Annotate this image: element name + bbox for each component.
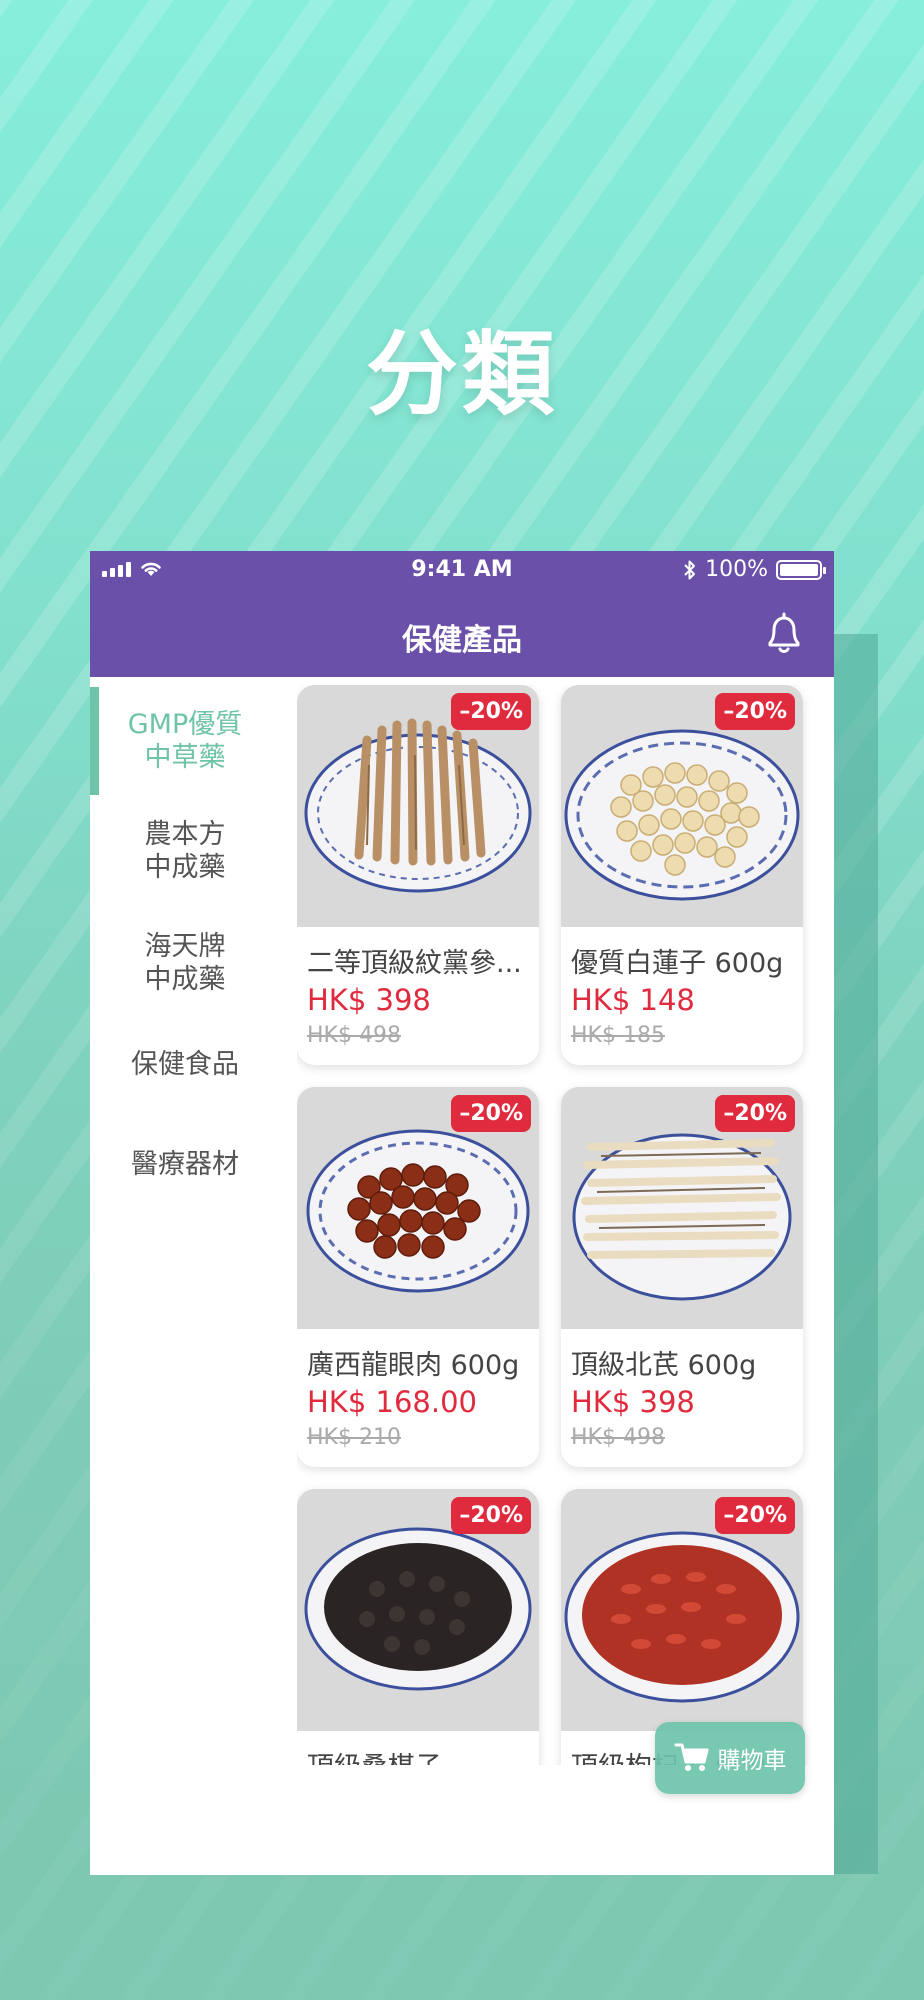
nav-bar: 保健產品: [90, 589, 834, 677]
page-title: 保健產品: [402, 623, 522, 658]
category-label: 農本方 中成藥: [144, 819, 226, 883]
battery-percent: 100%: [705, 557, 768, 582]
product-card[interactable]: –20% 優質白蓮子 600g HK$ 148 HK$ 185: [561, 685, 803, 1065]
bell-icon[interactable]: [762, 609, 806, 657]
product-name: 廣西龍眼肉 600g: [307, 1350, 520, 1381]
category-label: 保健食品: [131, 1048, 239, 1080]
product-original-price: HK$ 498: [307, 1023, 401, 1048]
product-card[interactable]: –20% 廣西龍眼肉 600g HK$ 168.00 HK$ 210: [297, 1087, 539, 1467]
discount-badge: –20%: [715, 1095, 795, 1132]
cart-button[interactable]: 購物車: [655, 1722, 805, 1794]
cart-label: 購物車: [717, 1748, 787, 1774]
discount-badge: –20%: [451, 1497, 531, 1534]
product-name: 二等頂級紋黨參...: [307, 948, 522, 979]
product-price: HK$ 398: [571, 1385, 695, 1419]
discount-badge: –20%: [715, 1497, 795, 1534]
content-area: GMP優質 中草藥 農本方 中成藥 海天牌 中成藥 保健食品 醫療器材 –20%…: [90, 677, 834, 1875]
product-name: 優質白蓮子 600g: [571, 948, 784, 979]
category-item-gmp-herbs[interactable]: GMP優質 中草藥: [90, 677, 280, 795]
discount-badge: –20%: [451, 1095, 531, 1132]
status-right: 100%: [683, 557, 826, 582]
category-item-medical-equipment[interactable]: 醫療器材: [90, 1109, 280, 1219]
category-item-health-food[interactable]: 保健食品: [90, 1019, 280, 1109]
product-price: HK$ 168.00: [307, 1385, 477, 1419]
discount-badge: –20%: [715, 693, 795, 730]
hero-title: 分類: [365, 321, 558, 428]
product-grid: –20% 二等頂級紋黨參... HK$ 398 HK$ 498 –20% 優質白…: [297, 685, 825, 1765]
category-sidebar: GMP優質 中草藥 農本方 中成藥 海天牌 中成藥 保健食品 醫療器材: [90, 677, 280, 1219]
product-name: 頂級桑椹子: [307, 1745, 531, 1765]
status-bar: 9:41 AM 100%: [90, 551, 834, 589]
product-card[interactable]: –20% 頂級桑椹子: [297, 1489, 539, 1765]
category-label: 醫療器材: [131, 1148, 239, 1180]
bluetooth-icon: [684, 560, 696, 579]
product-price: HK$ 148: [571, 983, 695, 1017]
cart-icon: [674, 1743, 708, 1771]
product-original-price: HK$ 498: [571, 1425, 665, 1450]
category-label: 海天牌 中成藥: [144, 931, 226, 995]
category-item-nongbenfang[interactable]: 農本方 中成藥: [90, 795, 280, 907]
category-item-haitian[interactable]: 海天牌 中成藥: [90, 907, 280, 1019]
product-name: 頂級北芪 600g: [571, 1350, 757, 1381]
product-price: HK$ 398: [307, 983, 431, 1017]
phone-screen: 9:41 AM 100% 保健產品 GMP優質 中草藥 農本方 中成藥 海天牌 …: [90, 551, 834, 1875]
product-card[interactable]: –20% 二等頂級紋黨參... HK$ 398 HK$ 498: [297, 685, 539, 1065]
battery-icon: [776, 559, 826, 580]
product-card[interactable]: –20% 頂級北芪 600g HK$ 398 HK$ 498: [561, 1087, 803, 1467]
discount-badge: –20%: [451, 693, 531, 730]
product-original-price: HK$ 185: [571, 1023, 665, 1048]
product-original-price: HK$ 210: [307, 1425, 401, 1450]
category-label: GMP優質 中草藥: [127, 709, 243, 773]
